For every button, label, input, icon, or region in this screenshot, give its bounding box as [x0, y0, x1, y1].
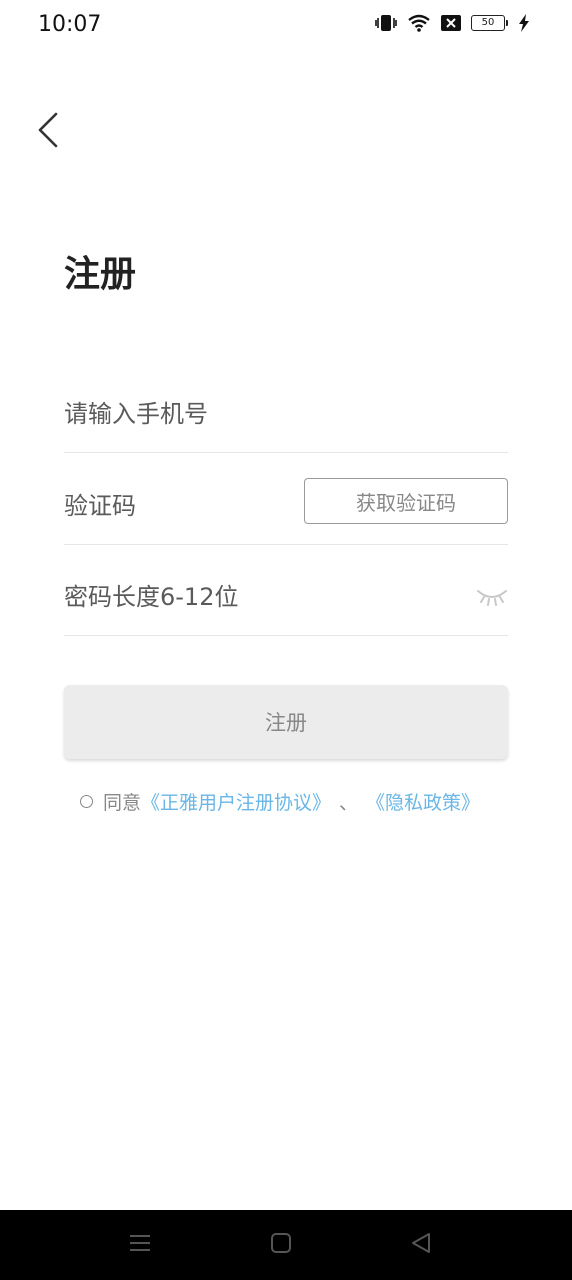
agree-radio[interactable]	[80, 795, 93, 808]
navigation-bar	[0, 1210, 572, 1280]
password-input[interactable]	[64, 565, 454, 629]
phone-input[interactable]	[64, 382, 484, 446]
back-button[interactable]	[34, 110, 64, 150]
agreement: 同意 《正雅用户注册协议》 、 《隐私政策》	[80, 788, 480, 815]
code-field: 获取验证码	[64, 474, 508, 545]
battery-icon: 50	[471, 15, 508, 31]
password-visibility-toggle[interactable]	[476, 585, 508, 607]
agree-prefix: 同意	[103, 792, 142, 814]
status-time: 10:07	[38, 12, 102, 37]
get-code-button[interactable]: 获取验证码	[304, 478, 508, 524]
wifi-icon	[407, 14, 431, 32]
sim-off-icon	[441, 15, 461, 31]
password-field	[64, 565, 508, 636]
privacy-link[interactable]: 《隐私政策》	[366, 788, 480, 815]
charging-icon	[518, 14, 530, 32]
page-title: 注册	[64, 254, 137, 295]
chevron-left-icon	[38, 112, 58, 148]
register-button[interactable]: 注册	[64, 685, 508, 759]
back-icon[interactable]	[410, 1232, 432, 1258]
eye-closed-icon	[477, 590, 507, 606]
phone-field	[64, 382, 508, 453]
menu-icon[interactable]	[129, 1232, 151, 1258]
status-bar: 10:07 50	[0, 0, 572, 50]
vibrate-icon	[375, 14, 397, 32]
agreement-separator: 、	[339, 792, 359, 814]
terms-link[interactable]: 《正雅用户注册协议》	[141, 788, 331, 815]
code-input[interactable]	[64, 474, 284, 538]
home-icon[interactable]	[270, 1232, 292, 1258]
battery-level: 50	[471, 15, 505, 31]
status-icons: 50	[375, 14, 530, 32]
